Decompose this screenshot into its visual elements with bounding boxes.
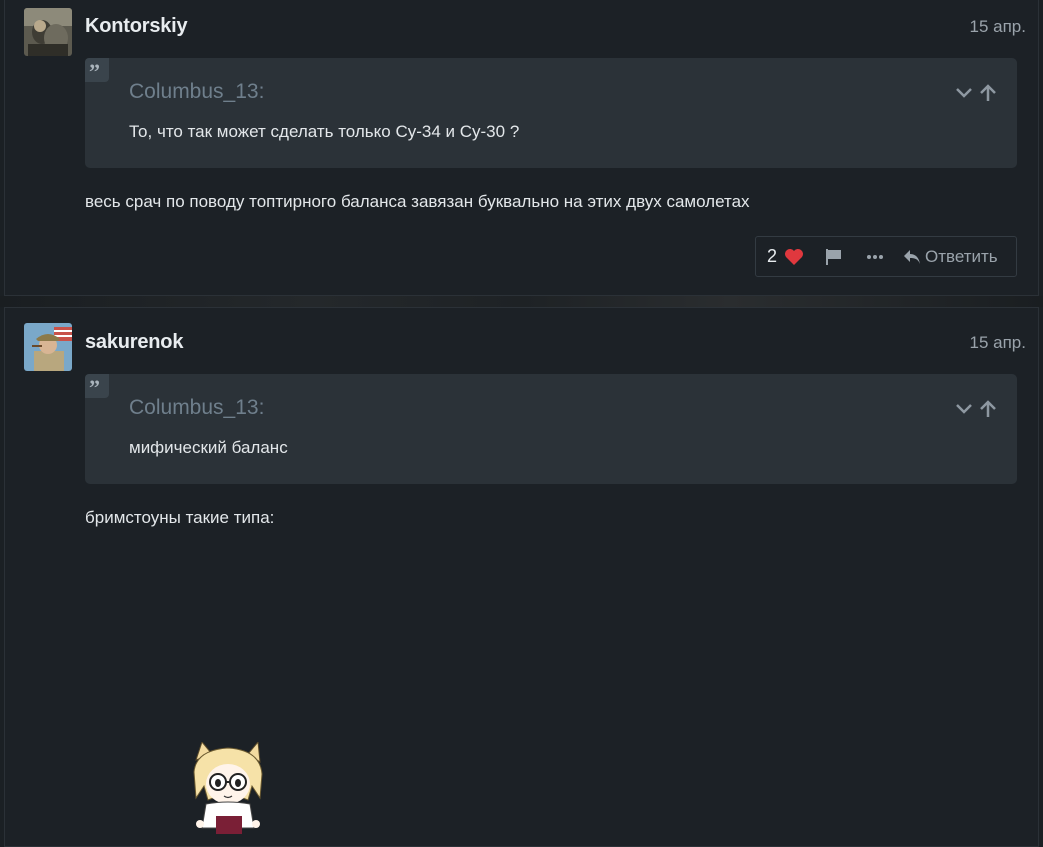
avatar[interactable] [24, 8, 72, 56]
chevron-down-icon[interactable] [956, 404, 972, 414]
chevron-down-icon[interactable] [956, 88, 972, 98]
more-icon[interactable] [866, 237, 884, 276]
quote-author[interactable]: Columbus_13: [129, 80, 264, 104]
quote-icon: ” [85, 58, 109, 84]
post-date[interactable]: 15 апр. [970, 17, 1026, 37]
post-date[interactable]: 15 апр. [970, 333, 1026, 353]
quote-text: То, что так может сделать только Су-34 и… [129, 122, 520, 141]
flag-icon[interactable] [825, 237, 843, 276]
post-separator [0, 296, 1043, 307]
quote-controls [955, 83, 999, 103]
username[interactable]: Kontorskiy [85, 15, 188, 38]
svg-text:”: ” [89, 375, 100, 398]
heart-icon[interactable] [784, 237, 804, 276]
arrow-up-icon[interactable] [980, 84, 996, 101]
avatar[interactable] [24, 323, 72, 371]
quote-block: ” Columbus_13: То, что так может сделать… [85, 58, 1017, 168]
quote-controls [955, 399, 999, 419]
post-actions: 2 Ответить [755, 236, 1017, 277]
reply-label: Ответить [925, 246, 998, 266]
post-body: весь срач по поводу топтирного баланса з… [85, 192, 750, 211]
quote-author[interactable]: Columbus_13: [129, 396, 264, 420]
quote-block: ” Columbus_13: мифический баланс [85, 374, 1017, 484]
post-body: бримстоуны такие типа: [85, 508, 275, 527]
quote-text: мифический баланс [129, 438, 288, 457]
svg-text:”: ” [89, 59, 100, 82]
reply-icon [904, 249, 920, 264]
username[interactable]: sakurenok [85, 331, 183, 354]
reply-button[interactable]: Ответить [903, 237, 998, 276]
arrow-up-icon[interactable] [980, 400, 996, 417]
quote-icon: ” [85, 374, 109, 400]
like-count[interactable]: 2 [767, 237, 777, 276]
sticker-image [188, 740, 268, 834]
